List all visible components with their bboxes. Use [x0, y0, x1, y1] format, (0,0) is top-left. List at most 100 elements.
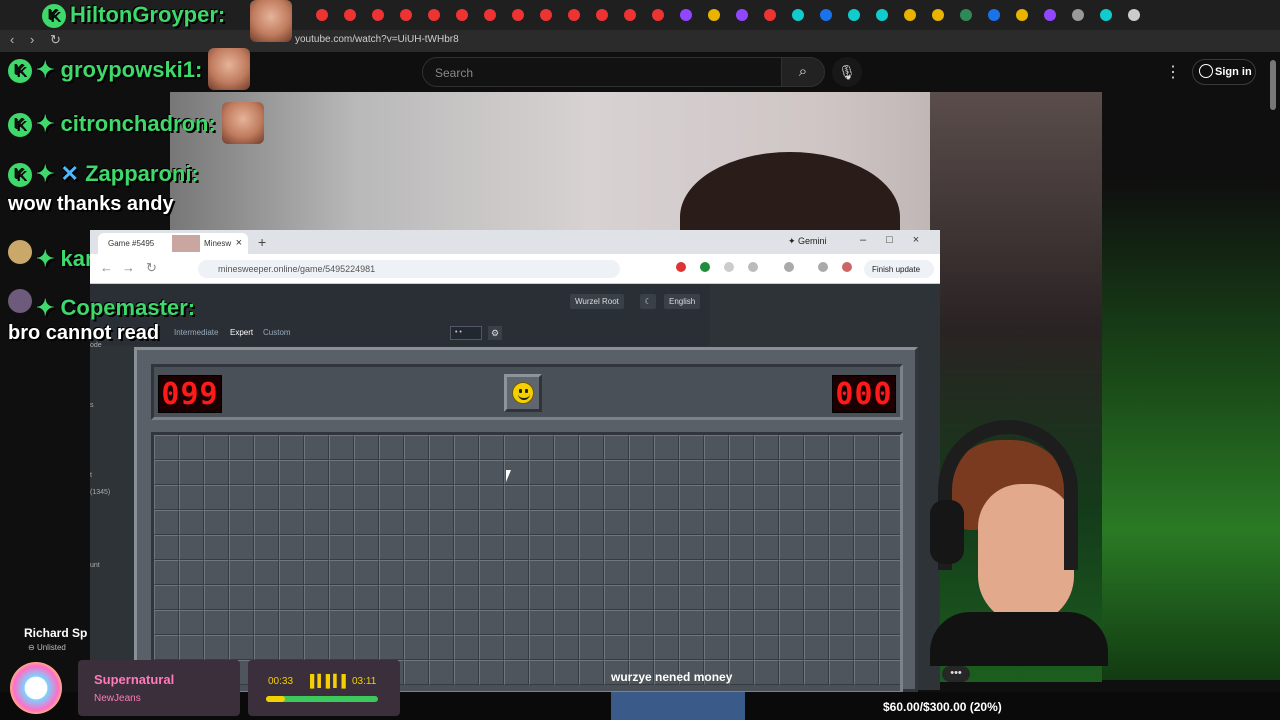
- mine-cell[interactable]: [704, 635, 729, 660]
- mine-cell[interactable]: [479, 660, 504, 685]
- mine-cell[interactable]: [704, 535, 729, 560]
- mine-cell[interactable]: [504, 660, 529, 685]
- moon-icon[interactable]: ☾: [640, 294, 656, 309]
- mine-cell[interactable]: [454, 585, 479, 610]
- mine-cell[interactable]: [679, 610, 704, 635]
- language-button[interactable]: English: [664, 294, 701, 309]
- mine-cell[interactable]: [579, 660, 604, 685]
- extension-icon[interactable]: [676, 262, 686, 272]
- mine-cell[interactable]: [479, 610, 504, 635]
- mine-cell[interactable]: [304, 460, 329, 485]
- mine-cell[interactable]: [729, 585, 754, 610]
- mine-cell[interactable]: [754, 435, 779, 460]
- mine-cell[interactable]: [579, 560, 604, 585]
- mine-cell[interactable]: [279, 435, 304, 460]
- mine-cell[interactable]: [704, 435, 729, 460]
- mine-cell[interactable]: [729, 560, 754, 585]
- mine-cell[interactable]: [854, 610, 879, 635]
- mine-cell[interactable]: [829, 560, 854, 585]
- tab-search-icon[interactable]: [818, 262, 828, 272]
- mine-cell[interactable]: [154, 460, 179, 485]
- mine-cell[interactable]: [754, 460, 779, 485]
- mine-cell[interactable]: [679, 535, 704, 560]
- mine-cell[interactable]: [304, 635, 329, 660]
- mine-cell[interactable]: [654, 510, 679, 535]
- finish-update-button[interactable]: Finish update: [864, 260, 934, 278]
- mine-cell[interactable]: [404, 485, 429, 510]
- mine-cell[interactable]: [354, 635, 379, 660]
- mine-cell[interactable]: [804, 435, 829, 460]
- mine-cell[interactable]: [229, 435, 254, 460]
- mine-cell[interactable]: [529, 510, 554, 535]
- mine-cell[interactable]: [654, 610, 679, 635]
- tab-favicon[interactable]: [596, 9, 608, 21]
- mine-cell[interactable]: [204, 435, 229, 460]
- mine-grid[interactable]: [151, 432, 903, 694]
- mine-cell[interactable]: [404, 560, 429, 585]
- tab-favicon[interactable]: [1128, 9, 1140, 21]
- mine-cell[interactable]: [654, 635, 679, 660]
- close-tab-icon[interactable]: ×: [236, 237, 242, 249]
- mine-cell[interactable]: [229, 635, 254, 660]
- search-button[interactable]: ⌕: [781, 57, 825, 87]
- mine-cell[interactable]: [279, 585, 304, 610]
- mine-cell[interactable]: [229, 585, 254, 610]
- mine-cell[interactable]: [254, 460, 279, 485]
- new-game-button[interactable]: [504, 374, 542, 412]
- mine-cell[interactable]: [829, 435, 854, 460]
- mine-cell[interactable]: [729, 510, 754, 535]
- mine-cell[interactable]: [454, 485, 479, 510]
- tab-favicon[interactable]: [624, 9, 636, 21]
- mine-cell[interactable]: [304, 610, 329, 635]
- mine-cell[interactable]: [254, 585, 279, 610]
- mine-cell[interactable]: [204, 460, 229, 485]
- tab-favicon[interactable]: [960, 9, 972, 21]
- mine-cell[interactable]: [629, 585, 654, 610]
- mine-cell[interactable]: [604, 585, 629, 610]
- mine-cell[interactable]: [829, 585, 854, 610]
- more-options-icon[interactable]: ⋮: [1165, 62, 1181, 82]
- mine-cell[interactable]: [554, 635, 579, 660]
- mine-cell[interactable]: [179, 585, 204, 610]
- mine-cell[interactable]: [279, 460, 304, 485]
- mine-cell[interactable]: [604, 560, 629, 585]
- tab-favicon[interactable]: [1044, 9, 1056, 21]
- tab-favicon[interactable]: [1016, 9, 1028, 21]
- mine-cell[interactable]: [629, 610, 654, 635]
- mine-cell[interactable]: [454, 660, 479, 685]
- mine-cell[interactable]: [754, 610, 779, 635]
- mine-cell[interactable]: [304, 585, 329, 610]
- mine-cell[interactable]: [404, 435, 429, 460]
- mic-icon[interactable]: 🎙: [832, 57, 862, 87]
- tab-favicon[interactable]: [372, 9, 384, 21]
- mine-cell[interactable]: [504, 635, 529, 660]
- mine-cell[interactable]: [154, 510, 179, 535]
- mine-cell[interactable]: [354, 535, 379, 560]
- mine-cell[interactable]: [179, 435, 204, 460]
- menu-custom[interactable]: Custom: [263, 328, 291, 337]
- reload-icon[interactable]: ↻: [50, 32, 61, 48]
- mine-cell[interactable]: [479, 460, 504, 485]
- mine-cell[interactable]: [579, 585, 604, 610]
- mine-cell[interactable]: [329, 460, 354, 485]
- mine-cell[interactable]: [179, 610, 204, 635]
- mine-cell[interactable]: [329, 485, 354, 510]
- mine-cell[interactable]: [754, 485, 779, 510]
- mine-cell[interactable]: [254, 510, 279, 535]
- forward-icon[interactable]: ›: [30, 32, 34, 47]
- mine-cell[interactable]: [854, 435, 879, 460]
- mine-cell[interactable]: [154, 585, 179, 610]
- mine-cell[interactable]: [729, 460, 754, 485]
- mine-cell[interactable]: [729, 635, 754, 660]
- mine-cell[interactable]: [254, 560, 279, 585]
- mine-cell[interactable]: [604, 485, 629, 510]
- mine-cell[interactable]: [729, 485, 754, 510]
- mine-cell[interactable]: [354, 435, 379, 460]
- mine-cell[interactable]: [779, 510, 804, 535]
- mine-cell[interactable]: [629, 460, 654, 485]
- mine-cell[interactable]: [279, 485, 304, 510]
- tab-favicon[interactable]: [316, 9, 328, 21]
- gemini-button[interactable]: ✦ Gemini: [788, 236, 827, 247]
- mine-cell[interactable]: [429, 585, 454, 610]
- mine-cell[interactable]: [404, 510, 429, 535]
